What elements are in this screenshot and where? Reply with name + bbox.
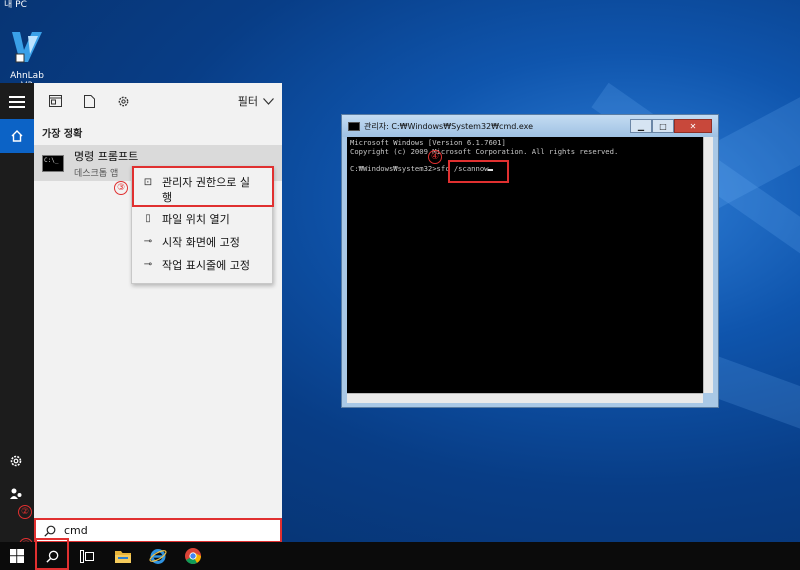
command-highlight — [448, 160, 509, 183]
gear-icon — [118, 96, 128, 106]
search-input[interactable]: cmd — [34, 518, 282, 543]
windows-logo-icon — [10, 549, 24, 563]
internet-explorer-icon — [149, 549, 167, 564]
chevron-down-icon — [263, 97, 274, 105]
pin-icon: ⊸ — [143, 259, 153, 270]
cmd-window-title: 관리자: C:₩Windows₩System32₩cmd.exe — [364, 121, 534, 131]
search-toolbar: 필터 — [34, 83, 282, 119]
result-subtitle: 데스크톱 앱 — [74, 168, 119, 179]
chrome-button[interactable] — [176, 542, 210, 570]
filter-dropdown[interactable]: 필터 — [238, 93, 274, 109]
hamburger-menu-icon[interactable] — [9, 96, 25, 108]
pin-icon: ⊸ — [143, 236, 153, 247]
internet-explorer-button[interactable] — [141, 542, 175, 570]
pin-to-taskbar-item[interactable]: ⊸ 작업 표시줄에 고정 — [132, 253, 272, 276]
pin-to-start-item[interactable]: ⊸ 시작 화면에 고정 — [132, 230, 272, 253]
search-query: cmd — [64, 524, 88, 537]
task-view-icon — [80, 549, 94, 563]
taskbar-search-highlight — [35, 538, 69, 570]
start-button[interactable] — [0, 542, 34, 570]
file-location-icon: ▯ — [145, 213, 151, 224]
user-accounts-button[interactable] — [9, 486, 23, 505]
search-results-panel: 필터 가장 정확 C:\_ 명령 프롬프트 데스크톱 앱 cmd — [34, 83, 282, 543]
home-icon — [11, 130, 23, 142]
cmd-copyright-line: Copyright (c) 2009 Microsoft Corporation… — [350, 146, 619, 156]
home-button[interactable] — [0, 119, 34, 153]
cmd-window: 관리자: C:₩Windows₩System32₩cmd.exe ▁ □ ✕ M… — [341, 114, 719, 408]
taskbar — [0, 542, 800, 570]
settings-filter-button[interactable] — [112, 90, 134, 112]
window-controls: ▁ □ ✕ — [630, 119, 712, 133]
ahnlab-v3-shortcut[interactable]: AhnLab V3 — [4, 28, 50, 91]
filter-label: 필터 — [237, 95, 258, 108]
document-icon — [83, 94, 95, 108]
cmd-window-icon — [348, 121, 360, 131]
file-explorer-button[interactable] — [106, 542, 140, 570]
best-match-heading: 가장 정확 — [42, 129, 83, 140]
cmd-titlebar[interactable]: 관리자: C:₩Windows₩System32₩cmd.exe ▁ □ ✕ — [342, 115, 718, 137]
this-pc-icon-label[interactable]: 내 PC — [4, 0, 27, 10]
task-view-button[interactable] — [70, 542, 104, 570]
maximize-button[interactable]: □ — [652, 119, 674, 133]
close-button[interactable]: ✕ — [674, 119, 712, 133]
command-prompt-icon: C:\_ — [42, 154, 64, 172]
ahnlab-v3-icon — [12, 32, 42, 63]
settings-button[interactable] — [9, 453, 23, 472]
start-menu: 필터 가장 정확 C:\_ 명령 프롬프트 데스크톱 앱 cmd — [0, 83, 282, 543]
step-2-marker: ② — [18, 505, 32, 519]
documents-filter-button[interactable] — [78, 90, 100, 112]
minimize-button[interactable]: ▁ — [630, 119, 652, 133]
result-title: 명령 프롬프트 — [74, 149, 139, 163]
search-icon — [44, 525, 56, 537]
open-file-location-item[interactable]: ▯ 파일 위치 열기 — [132, 207, 272, 230]
start-rail — [0, 83, 34, 543]
user-icon — [10, 488, 22, 499]
open-file-location-label: 파일 위치 열기 — [162, 212, 230, 226]
cmd-horizontal-scrollbar[interactable] — [347, 393, 703, 403]
pin-to-start-label: 시작 화면에 고정 — [162, 235, 240, 249]
pin-to-taskbar-label: 작업 표시줄에 고정 — [162, 258, 250, 272]
run-as-admin-highlight — [132, 166, 274, 207]
step-3-marker: ③ — [114, 181, 128, 195]
cmd-console[interactable]: Microsoft Windows [Version 6.1.7601] Cop… — [347, 137, 703, 393]
cmd-vertical-scrollbar[interactable] — [703, 137, 713, 393]
apps-icon — [48, 95, 62, 107]
cmd-prompt: C:₩Windows₩system32> — [350, 163, 437, 173]
gear-icon — [10, 455, 22, 467]
chrome-icon — [185, 548, 201, 564]
step-4-marker: ④ — [428, 150, 442, 164]
folder-icon — [115, 550, 131, 563]
cmd-input-line: C:₩Windows₩system32>sfc /scannow — [350, 163, 700, 174]
apps-filter-button[interactable] — [44, 90, 66, 112]
